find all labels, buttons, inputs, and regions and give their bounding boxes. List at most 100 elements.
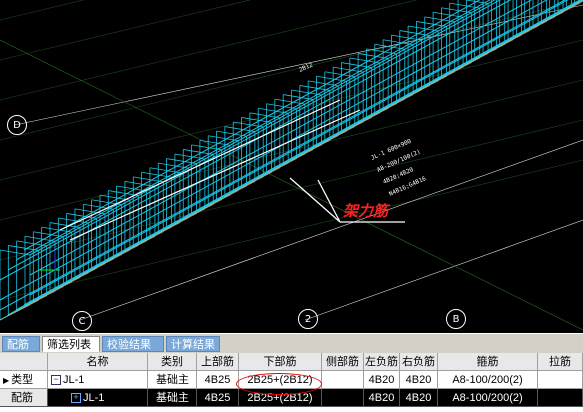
stirrup bbox=[341, 62, 372, 68]
row-header[interactable]: ▶ 类型 bbox=[0, 371, 48, 389]
stirrup bbox=[374, 43, 405, 50]
stirrup bbox=[391, 34, 422, 41]
stirrup bbox=[358, 53, 389, 59]
header-category[interactable]: 类别 bbox=[148, 353, 197, 371]
stirrup bbox=[349, 57, 380, 64]
stirrup bbox=[8, 245, 39, 251]
expand-icon[interactable]: + bbox=[71, 393, 81, 404]
collapse-icon[interactable]: − bbox=[51, 375, 61, 386]
bar-tag-text: 2B12 bbox=[298, 61, 314, 73]
header-stirrup[interactable]: 箍筋 bbox=[438, 353, 538, 371]
stirrup bbox=[158, 162, 189, 169]
header-name[interactable]: 名称 bbox=[48, 353, 148, 371]
stirrup bbox=[408, 25, 439, 32]
header-left-neg[interactable]: 左负筋 bbox=[364, 353, 400, 371]
stirrup bbox=[0, 249, 31, 256]
cell-side-bar[interactable] bbox=[322, 371, 364, 389]
stirrup bbox=[324, 71, 355, 78]
cell-side-bar[interactable] bbox=[322, 389, 364, 407]
data-grid: 名称 类别 上部筋 下部筋 侧部筋 左负筋 右负筋 箍筋 拉筋 ▶ 类型 − JL-… bbox=[0, 353, 583, 412]
stirrup bbox=[399, 30, 430, 36]
stirrup bbox=[283, 94, 314, 100]
tab-check-results[interactable]: 校验结果 bbox=[102, 336, 164, 352]
table-row[interactable]: ▶ 类型 − JL-1 基础主 4B25 2B25+(2B12) 4B20 4B20… bbox=[0, 371, 583, 389]
erection-bar bbox=[69, 109, 361, 241]
row-type-label: 配筋 bbox=[11, 392, 33, 404]
stirrup bbox=[141, 171, 172, 178]
cell-name-text: JL-1 bbox=[63, 374, 85, 386]
stirrup bbox=[174, 153, 205, 160]
stirrup bbox=[449, 2, 480, 9]
row-marker-icon: ▶ bbox=[3, 376, 10, 385]
grid-line bbox=[0, 39, 583, 331]
stirrup bbox=[24, 235, 56, 242]
header-right-neg[interactable]: 右负筋 bbox=[400, 353, 438, 371]
stirrup bbox=[233, 121, 264, 128]
cell-top-bar[interactable]: 4B25 bbox=[197, 371, 239, 389]
stirrup bbox=[266, 103, 297, 110]
cell-right-neg[interactable]: 4B20 bbox=[400, 389, 438, 407]
stirrup bbox=[333, 66, 364, 73]
stirrup bbox=[274, 98, 305, 105]
tab-reinforcement[interactable]: 配筋 bbox=[2, 336, 40, 352]
grid-line bbox=[0, 0, 418, 101]
header-tie[interactable]: 拉筋 bbox=[538, 353, 583, 371]
axis-bubble-c: C bbox=[72, 311, 92, 331]
stirrup bbox=[416, 21, 447, 27]
axis-bubble-b: B bbox=[446, 309, 466, 329]
stirrup bbox=[216, 130, 247, 137]
cell-left-neg[interactable]: 4B20 bbox=[364, 371, 400, 389]
row-type-label: 类型 bbox=[11, 374, 34, 386]
cell-category[interactable]: 基础主 bbox=[148, 371, 197, 389]
3d-viewport[interactable]: JL-1 600×900 A8-200/100(2) 4B20;4B20 N4B16;… bbox=[0, 0, 583, 333]
stirrup bbox=[116, 185, 147, 192]
grid-line bbox=[0, 0, 85, 21]
cell-stirrup[interactable]: A8-100/200(2) bbox=[438, 371, 538, 389]
grid-axis-line bbox=[304, 219, 583, 321]
table-header: 名称 类别 上部筋 下部筋 侧部筋 左负筋 右负筋 箍筋 拉筋 bbox=[0, 353, 583, 371]
stirrup bbox=[299, 85, 330, 91]
stirrup bbox=[149, 167, 180, 174]
cell-right-neg[interactable]: 4B20 bbox=[400, 371, 438, 389]
cell-bottom-bar[interactable]: 2B25+(2B12) bbox=[239, 371, 322, 389]
cell-top-bar[interactable]: 4B25 bbox=[197, 389, 239, 407]
stirrup bbox=[424, 16, 455, 23]
stirrup bbox=[316, 75, 347, 82]
table-row[interactable]: 配筋 + JL-1 基础主 4B25 2B25+(2B12) 4B20 4B20 … bbox=[0, 389, 583, 407]
stirrup bbox=[224, 126, 255, 132]
stirrup bbox=[191, 144, 222, 151]
stirrup bbox=[166, 158, 197, 164]
header-top-bar[interactable]: 上部筋 bbox=[197, 353, 239, 371]
cell-category[interactable]: 基础主 bbox=[148, 389, 197, 407]
tab-bar: 配筋 筛选列表 校验结果 计算结果 bbox=[0, 333, 583, 354]
stirrup bbox=[133, 176, 164, 183]
cell-name[interactable]: − JL-1 bbox=[48, 371, 148, 389]
axis-bubble-d: D bbox=[7, 115, 27, 135]
tab-filter-list[interactable]: 筛选列表 bbox=[42, 336, 100, 352]
cell-tie[interactable] bbox=[538, 389, 583, 407]
cell-name[interactable]: + JL-1 bbox=[48, 389, 148, 407]
grid-axis-line bbox=[79, 139, 583, 321]
cell-bottom-bar[interactable]: 2B25+(2B12) bbox=[239, 389, 322, 407]
grid-line bbox=[0, 159, 583, 301]
cell-tie[interactable] bbox=[538, 371, 583, 389]
bottom-panel: 配筋 筛选列表 校验结果 计算结果 名称 类别 上部筋 下部筋 侧部筋 左负筋 … bbox=[0, 333, 583, 412]
annotation-label: 架力筋 bbox=[343, 202, 389, 220]
stirrup bbox=[208, 135, 239, 142]
row-header[interactable]: 配筋 bbox=[0, 389, 48, 407]
header-side-bar[interactable]: 侧部筋 bbox=[322, 353, 364, 371]
stirrup bbox=[33, 231, 64, 238]
stirrup bbox=[16, 240, 47, 247]
stirrup bbox=[433, 11, 464, 18]
beam-model: JL-1 600×900A8-200/100(2)4B20;4B20N4B16;… bbox=[0, 0, 583, 331]
stirrup bbox=[308, 80, 339, 87]
tab-calc-results[interactable]: 计算结果 bbox=[166, 336, 220, 352]
header-bottom-bar[interactable]: 下部筋 bbox=[239, 353, 322, 371]
cell-name-text: JL-1 bbox=[83, 392, 105, 404]
cell-left-neg[interactable]: 4B20 bbox=[364, 389, 400, 407]
stirrup bbox=[291, 89, 322, 96]
leader-line bbox=[317, 179, 341, 223]
cell-stirrup[interactable]: A8-100/200(2) bbox=[438, 389, 538, 407]
stirrup bbox=[258, 107, 289, 114]
stirrup bbox=[183, 149, 214, 155]
